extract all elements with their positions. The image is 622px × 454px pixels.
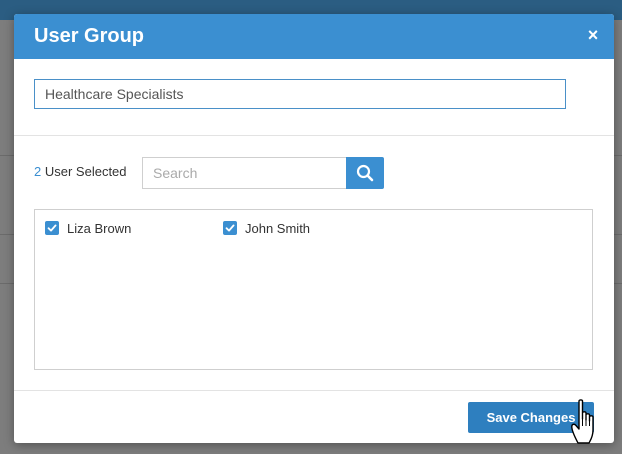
background-divider — [614, 283, 622, 284]
search-input[interactable] — [142, 157, 347, 189]
dialog-header: User Group × — [14, 14, 614, 59]
checkbox-checked[interactable] — [223, 221, 237, 235]
divider — [14, 390, 614, 391]
selected-count-label: User Selected — [44, 164, 127, 179]
user-item-john-smith[interactable]: John Smith — [223, 220, 310, 236]
background-divider — [614, 234, 622, 235]
group-name-input[interactable] — [34, 79, 566, 109]
selected-count-number: 2 — [34, 164, 42, 179]
divider — [14, 135, 614, 136]
search-button[interactable] — [346, 157, 384, 189]
user-item-liza-brown[interactable]: Liza Brown — [45, 220, 131, 236]
hand-pointer-cursor-icon — [571, 399, 594, 444]
close-icon[interactable]: × — [584, 25, 602, 45]
background-divider — [0, 234, 14, 235]
user-name: Liza Brown — [67, 220, 132, 236]
checkmark-icon — [47, 224, 57, 232]
checkbox-checked[interactable] — [45, 221, 59, 235]
user-name: John Smith — [245, 220, 311, 236]
checkmark-icon — [225, 224, 235, 232]
user-group-dialog: User Group × 2 User Selected Liza Brown — [14, 14, 614, 443]
search-icon — [356, 164, 374, 182]
selected-count: 2 User Selected — [34, 164, 127, 179]
background-divider — [0, 283, 14, 284]
background-divider — [0, 155, 14, 156]
user-list: Liza Brown John Smith — [34, 209, 593, 370]
dialog-title: User Group — [34, 25, 145, 47]
background-divider — [614, 155, 622, 156]
